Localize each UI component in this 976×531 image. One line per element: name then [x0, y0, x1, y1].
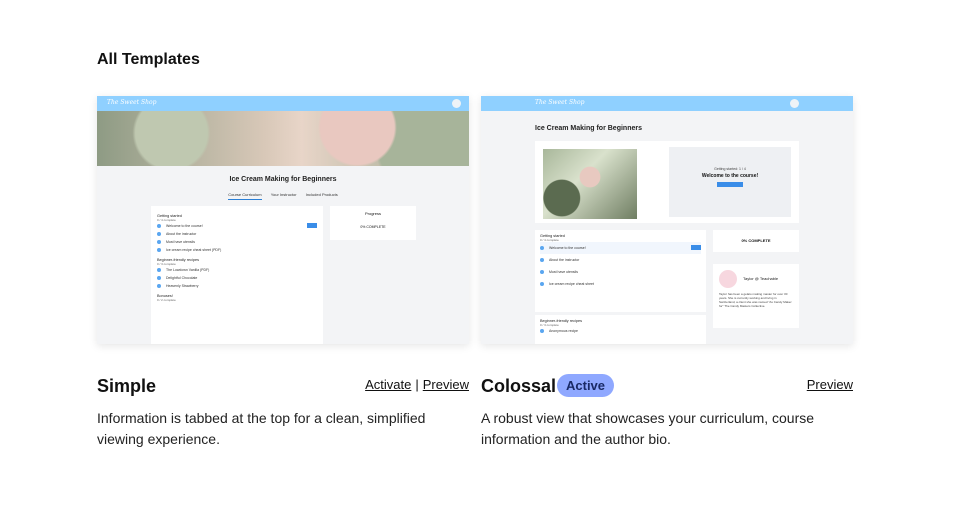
thumbnail-lesson-title: Ice cream recipe cheat sheet (PDF): [166, 248, 222, 252]
thumbnail-lesson: Anonymous recipe: [540, 327, 701, 335]
lesson-icon: [540, 246, 544, 251]
thumbnail-lesson: Welcome to the course!: [540, 242, 701, 254]
thumbnail-tab: Included Products: [305, 192, 338, 197]
thumbnail-welcome-meta: Getting started: 1 / 4: [714, 167, 746, 171]
thumbnail-lesson-title: About the instructor: [166, 232, 197, 236]
lock-icon: [157, 276, 161, 281]
thumbnail-author-panel: Taylor @ Teachable Taylor has been a gel…: [713, 264, 799, 328]
thumbnail-curriculum: Getting started 0 / 4 complete Welcome to…: [535, 230, 706, 312]
template-card-simple: The Sweet Shop Ice Cream Making for Begi…: [97, 96, 469, 447]
lock-icon: [540, 270, 544, 275]
thumbnail-course-title: Ice Cream Making for Beginners: [535, 125, 642, 132]
thumbnail-lesson-title: About the instructor: [549, 258, 580, 262]
page-title: All Templates: [97, 51, 200, 68]
thumbnail-lesson: Must have utensils: [157, 238, 317, 246]
preview-link[interactable]: Preview: [807, 377, 853, 392]
thumbnail-welcome-title: Welcome to the course!: [701, 173, 759, 179]
thumbnail-lesson: The Lowdown Vanilla (PDF): [157, 266, 317, 274]
thumbnail-lesson: Delightful Chocolate: [157, 274, 317, 282]
thumbnail-section: Bonuses! 0 / 2 complete: [157, 294, 317, 302]
template-description: A robust view that showcases your curric…: [481, 410, 815, 447]
thumbnail-lesson-title: Must have utensils: [549, 270, 578, 274]
thumbnail-section: Beginner-friendly recipes 0 / 3 complete: [540, 319, 701, 327]
preview-link[interactable]: Preview: [423, 377, 469, 392]
template-thumbnail-colossal[interactable]: The Sweet Shop Ice Cream Making for Begi…: [481, 96, 853, 344]
thumbnail-progress-label: Progress: [364, 211, 381, 216]
thumbnail-tabs: Course Curriculum Your Instructor Includ…: [97, 192, 469, 200]
lock-icon: [157, 268, 161, 273]
thumbnail-lesson-title: Must have utensils: [166, 240, 195, 244]
thumbnail-body: Getting started 0 / 4 complete Welcome to…: [97, 206, 469, 344]
thumbnail-logo: The Sweet Shop: [535, 99, 585, 106]
thumbnail-welcome-box: Getting started: 1 / 4 Welcome to the co…: [669, 147, 791, 217]
lock-icon: [157, 248, 161, 253]
thumbnail-start-button: [307, 223, 317, 228]
lock-icon: [157, 240, 161, 245]
thumbnail-lesson: Heavenly Strawberry: [157, 282, 317, 290]
thumbnail-curriculum-section: Beginner-friendly recipes 0 / 3 complete …: [535, 315, 706, 344]
thumbnail-lesson: Ice cream recipe cheat sheet: [540, 278, 701, 290]
template-name: Simple: [97, 376, 157, 396]
thumbnail-curriculum: Getting started 0 / 4 complete Welcome to…: [151, 206, 323, 344]
avatar-icon: [452, 99, 461, 108]
activate-link[interactable]: Activate: [365, 377, 411, 392]
thumbnail-lesson-title: Welcome to the course!: [166, 224, 203, 228]
template-actions: Preview: [807, 377, 853, 392]
thumbnail-progress-value: 0% COMPLETE: [713, 230, 799, 252]
lock-icon: [540, 329, 544, 334]
template-name: Colossal: [481, 376, 557, 396]
thumbnail-lesson-title: Anonymous recipe: [549, 329, 578, 333]
thumbnail-section: Getting started 0 / 4 complete: [540, 234, 701, 242]
thumbnail-author-bio: Taylor has been a gelato making master f…: [719, 292, 792, 308]
thumbnail-lesson-title: Welcome to the course!: [549, 246, 586, 250]
template-actions: Activate | Preview: [365, 377, 469, 392]
thumbnail-lesson: About the instructor: [157, 230, 317, 238]
lock-icon: [157, 232, 161, 237]
thumbnail-topbar: The Sweet Shop: [481, 96, 853, 111]
thumbnail-hero-panel: Getting started: 1 / 4 Welcome to the co…: [535, 141, 799, 223]
lock-icon: [540, 282, 544, 287]
thumbnail-lesson-title: Ice cream recipe cheat sheet: [549, 282, 594, 286]
template-card-colossal: The Sweet Shop Ice Cream Making for Begi…: [481, 96, 853, 447]
thumbnail-start-button: [717, 182, 743, 187]
thumbnail-course-title: Ice Cream Making for Beginners: [229, 176, 337, 183]
template-description: Information is tabbed at the top for a c…: [97, 410, 426, 447]
lock-icon: [157, 284, 161, 289]
thumbnail-lesson: Welcome to the course!: [157, 222, 317, 230]
thumbnail-topbar: The Sweet Shop: [97, 96, 469, 111]
template-thumbnail-simple[interactable]: The Sweet Shop Ice Cream Making for Begi…: [97, 96, 469, 344]
thumbnail-section: Getting started 0 / 4 complete: [157, 214, 317, 222]
thumbnail-progress-value: 0% COMPLETE: [360, 225, 386, 229]
action-separator: |: [415, 377, 419, 392]
thumbnail-lesson-title: The Lowdown Vanilla (PDF): [166, 268, 210, 272]
thumbnail-section: Beginner-friendly recipes 0 / 3 complete: [157, 258, 317, 266]
thumbnail-lesson-title: Delightful Chocolate: [166, 276, 198, 280]
thumbnail-lesson: Ice cream recipe cheat sheet (PDF): [157, 246, 317, 254]
thumbnail-lesson: About the instructor: [540, 254, 701, 266]
lock-icon: [540, 258, 544, 263]
thumbnail-lesson-title: Heavenly Strawberry: [166, 284, 199, 288]
thumbnail-hero-image: [543, 149, 637, 219]
thumbnail-body: Ice Cream Making for Beginners Getting s…: [481, 111, 853, 344]
thumbnail-progress-panel: Progress 0% COMPLETE: [330, 206, 416, 240]
active-badge: Active: [557, 374, 615, 397]
thumbnail-section-meta: 0 / 2 complete: [157, 298, 176, 302]
lesson-icon: [157, 224, 161, 229]
thumbnail-tab: Course Curriculum: [228, 192, 262, 200]
thumbnail-start-button: [691, 245, 701, 250]
thumbnail-logo: The Sweet Shop: [107, 99, 157, 106]
thumbnail-tab: Your Instructor: [270, 192, 297, 197]
cupcake-icon: [719, 270, 737, 288]
thumbnail-hero-image: [97, 111, 469, 166]
thumbnail-lesson: Must have utensils: [540, 266, 701, 278]
avatar-icon: [790, 99, 799, 108]
